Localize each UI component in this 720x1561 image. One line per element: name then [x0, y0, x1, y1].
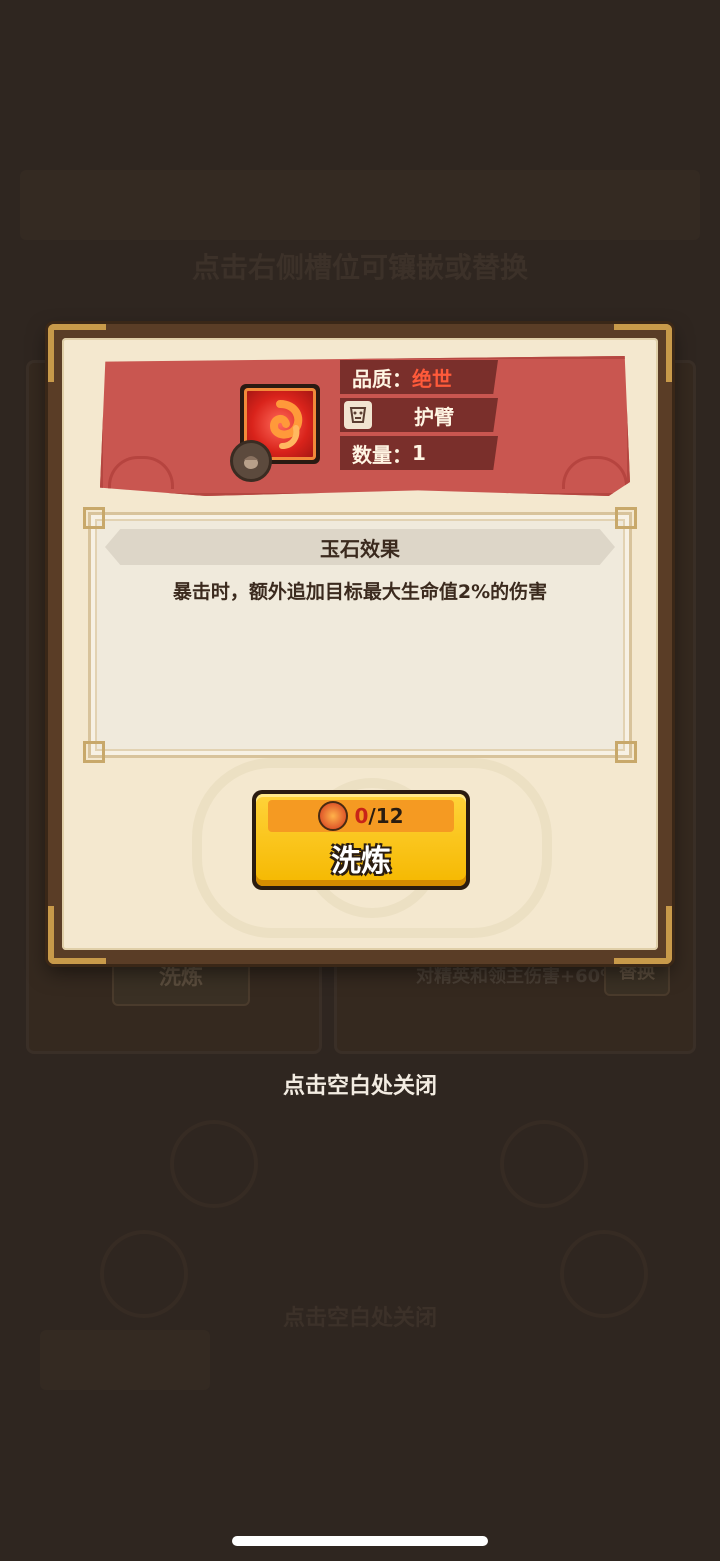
- panel-corner: [83, 741, 105, 763]
- refine-cost: 0 /12: [268, 800, 454, 832]
- effect-title: 玉石效果: [105, 529, 615, 565]
- banner-decoration: [108, 456, 174, 489]
- slot-name: 护臂: [414, 404, 454, 429]
- quality-row: 品质： 绝世: [340, 360, 498, 394]
- slot-row: 护臂: [340, 398, 498, 432]
- quality-value: 绝世: [412, 366, 452, 391]
- parchment-panel: 品质： 绝世 护臂 数量： 1 玉石效果 暴击时，额外追加目标最大生命值2%的伤…: [62, 338, 658, 950]
- bg-effect-text: 对精英和领主伤害+60%: [416, 966, 619, 987]
- bg-decor-bar: [40, 1330, 210, 1390]
- acorn-icon: [230, 440, 272, 482]
- bg-ornament: [500, 1120, 588, 1208]
- refine-label: 洗炼: [331, 844, 391, 879]
- flame-stone-icon: [318, 801, 349, 831]
- refine-button[interactable]: 0 /12 洗炼: [252, 790, 470, 890]
- refine-button-face[interactable]: 0 /12 洗炼: [256, 794, 466, 886]
- armguard-icon: [344, 401, 372, 429]
- close-hint[interactable]: 点击空白处关闭: [0, 1068, 720, 1100]
- banner-decoration: [562, 456, 628, 489]
- home-indicator[interactable]: [232, 1536, 488, 1546]
- bg-ornament: [170, 1120, 258, 1208]
- quality-label: 品质：: [352, 366, 412, 391]
- bg-hint-top: 点击右侧槽位可镶嵌或替换: [191, 251, 528, 284]
- panel-corner: [615, 741, 637, 763]
- quantity-row: 数量： 1: [340, 436, 498, 470]
- jade-detail-modal: 品质： 绝世 护臂 数量： 1 玉石效果 暴击时，额外追加目标最大生命值2%的伤…: [48, 324, 672, 964]
- cost-need: /12: [368, 804, 404, 828]
- panel-corner: [83, 507, 105, 529]
- effect-description: 暴击时，额外追加目标最大生命值2%的伤害: [172, 581, 548, 603]
- quantity-label: 数量：: [352, 442, 412, 467]
- panel-corner: [615, 507, 637, 529]
- bg-decor-bar: [20, 170, 700, 240]
- cost-have: 0: [354, 804, 369, 828]
- effect-panel: 玉石效果 暴击时，额外追加目标最大生命值2%的伤害: [83, 507, 637, 763]
- quantity-value: 1: [412, 441, 426, 465]
- bg-hint-bottom: 点击空白处关闭: [282, 1306, 437, 1331]
